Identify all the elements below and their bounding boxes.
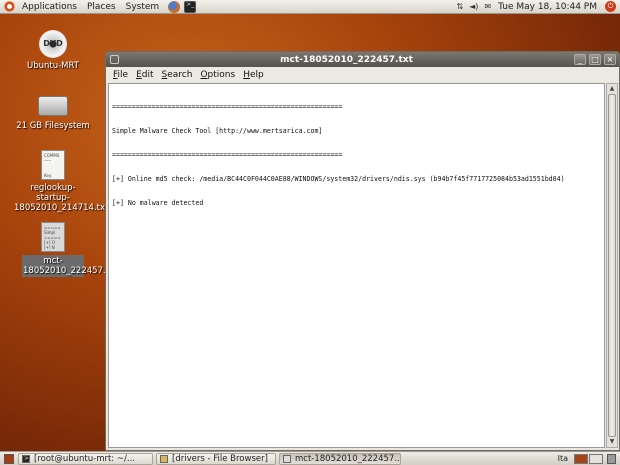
desktop-icon-filesystem[interactable]: 21 GB Filesystem (12, 92, 94, 131)
show-desktop-icon[interactable] (4, 453, 14, 464)
trash-icon[interactable] (607, 453, 616, 464)
text-editor-window: mct-18052010_222457.txt _ □ × File Edit … (105, 51, 620, 451)
scroll-up-icon[interactable]: ▲ (607, 84, 617, 94)
desktop-icon-reglookup[interactable]: COMMS ----- Key: reglookup-startup-18052… (12, 150, 109, 213)
content-line: [+] Online md5 check: /media/BC44C0F044C… (112, 175, 565, 183)
options-menu[interactable]: Options (196, 70, 239, 80)
content-line: Simple Malware Check Tool [http://www.me… (112, 127, 323, 135)
content-line: ========================================… (112, 103, 343, 111)
desktop-icon-label: mct-18052010_222457.txt (22, 255, 118, 277)
desktop-icon-label: Ubuntu-MRT (27, 61, 79, 71)
maximize-button[interactable]: □ (589, 54, 601, 65)
ubuntu-logo-icon[interactable] (4, 1, 15, 12)
menu-mnemonic: O (200, 69, 208, 80)
title-bar[interactable]: mct-18052010_222457.txt _ □ × (106, 52, 619, 67)
search-menu[interactable]: Search (158, 70, 197, 80)
bottom-panel: [root@ubuntu-mrt: ~/... [drivers - File … (0, 451, 620, 465)
taskbar-item-file-browser[interactable]: [drivers - File Browser] (156, 452, 276, 465)
top-panel: Applications Places System ⇅ ◄) ✉ Tue Ma… (0, 0, 620, 14)
workspace-2[interactable] (589, 453, 603, 464)
content-line: ========================================… (112, 151, 343, 159)
workspace-1[interactable] (574, 453, 588, 464)
menu-label: earch (167, 69, 193, 80)
system-tray: ⇅ ◄) ✉ Tue May 18, 10:44 PM ⏻ (453, 0, 620, 14)
taskbar-item-label: [root@ubuntu-mrt: ~/... (34, 453, 135, 464)
terminal-icon (22, 454, 30, 463)
taskbar-item-text-editor[interactable]: mct-18052010_222457.... (279, 452, 401, 465)
minimize-button[interactable]: _ (574, 54, 586, 65)
vertical-scrollbar[interactable]: ▲ ▼ (606, 83, 618, 448)
terminal-launcher-icon[interactable] (184, 0, 197, 13)
mail-icon[interactable]: ✉ (481, 2, 494, 11)
hard-drive-icon (38, 96, 68, 116)
taskbar-item-label: mct-18052010_222457.... (295, 453, 401, 464)
content-line: [+] No malware detected (112, 199, 204, 207)
desktop-icon-label: 21 GB Filesystem (16, 121, 90, 131)
menu-label: ile (117, 69, 129, 80)
scrollbar-thumb[interactable] (608, 94, 616, 437)
text-editor-icon (283, 454, 291, 463)
text-content-area[interactable]: ========================================… (108, 83, 605, 448)
keyboard-layout-indicator[interactable]: Ita (552, 454, 574, 463)
system-menu[interactable]: System (121, 0, 165, 14)
firefox-launcher-icon[interactable] (168, 0, 181, 13)
window-menu-icon[interactable] (110, 55, 119, 64)
network-icon[interactable]: ⇅ (453, 2, 466, 11)
power-icon[interactable]: ⏻ (605, 1, 616, 12)
desktop-icon-label: reglookup-startup-18052010_214714.txt (14, 183, 109, 213)
places-menu[interactable]: Places (82, 0, 121, 14)
dvd-icon: DVD (39, 30, 67, 58)
applications-menu[interactable]: Applications (17, 0, 82, 14)
text-file-icon: COMMS ----- Key: (41, 150, 65, 180)
folder-icon (160, 454, 168, 463)
desktop-icon-mct[interactable]: ===== Simpl ===== [+] O [+] N mct-180520… (12, 222, 118, 277)
help-menu[interactable]: Help (239, 70, 268, 80)
text-file-icon: ===== Simpl ===== [+] O [+] N (41, 222, 65, 252)
volume-icon[interactable]: ◄) (466, 2, 481, 11)
menu-label: ptions (207, 69, 236, 80)
edit-menu[interactable]: Edit (132, 70, 157, 80)
taskbar-item-label: [drivers - File Browser] (172, 453, 268, 464)
menu-mnemonic: H (243, 69, 250, 80)
close-button[interactable]: × (604, 54, 616, 65)
menu-bar: File Edit Search Options Help (106, 67, 619, 82)
taskbar-item-terminal[interactable]: [root@ubuntu-mrt: ~/... (18, 452, 153, 465)
menu-label: dit (141, 69, 154, 80)
file-menu[interactable]: File (109, 70, 132, 80)
menu-label: elp (249, 69, 264, 80)
desktop-icon-dvd[interactable]: DVD Ubuntu-MRT (12, 30, 94, 71)
scroll-down-icon[interactable]: ▼ (607, 437, 617, 447)
window-title: mct-18052010_222457.txt (280, 54, 413, 65)
clock[interactable]: Tue May 18, 10:44 PM (494, 2, 601, 12)
